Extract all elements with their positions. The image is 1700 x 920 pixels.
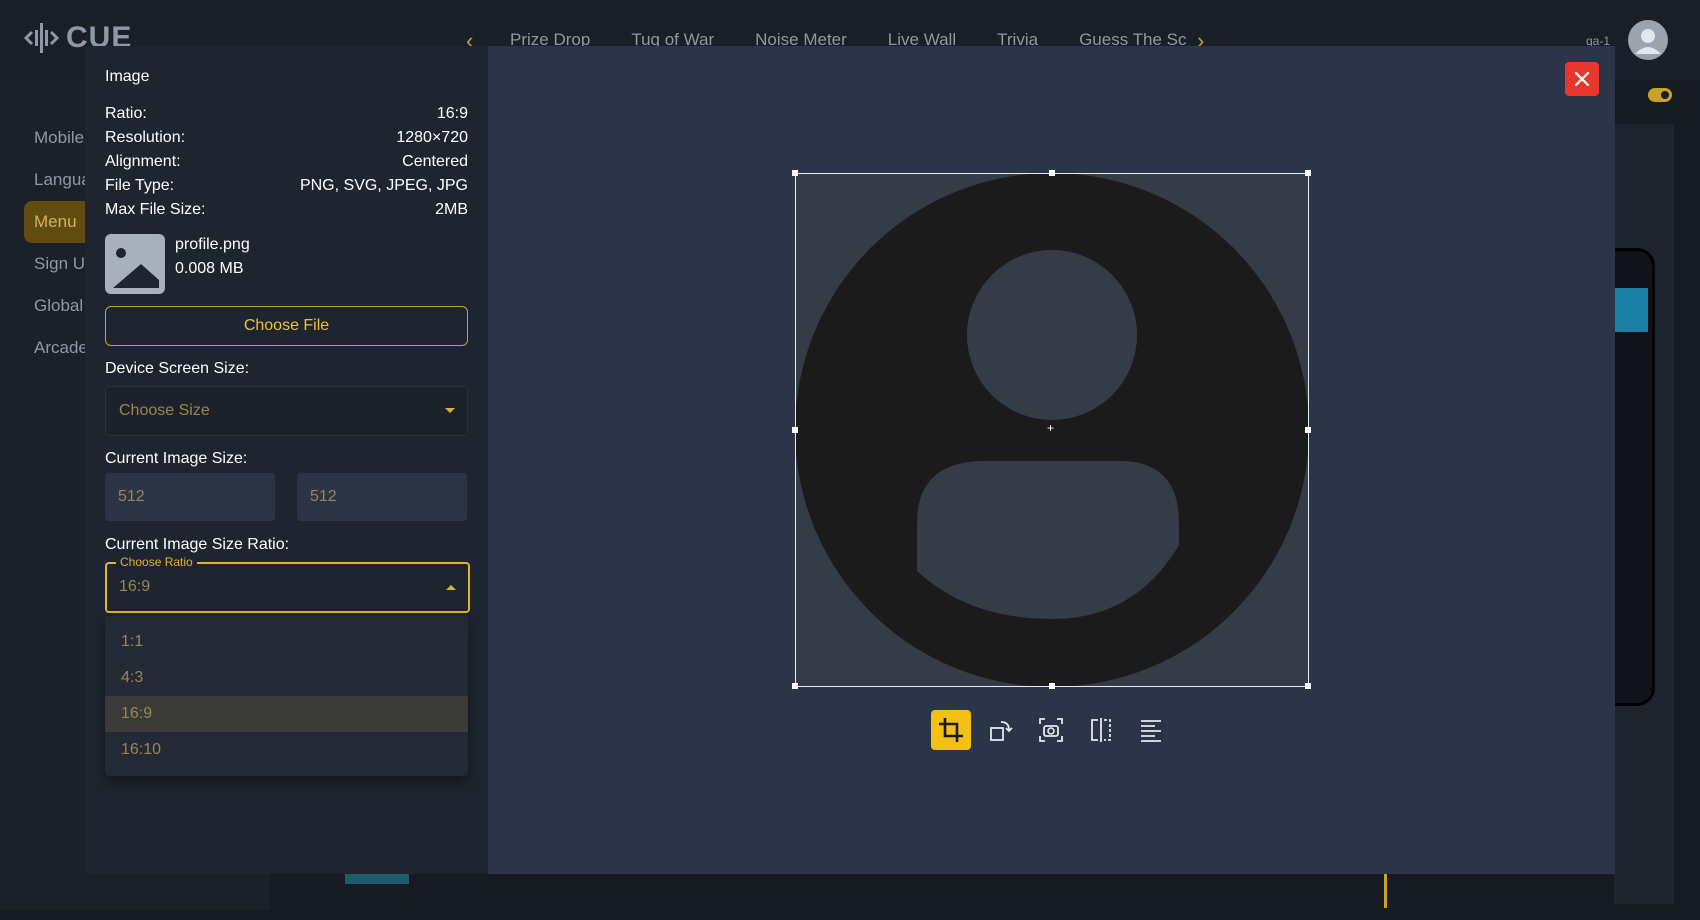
crop-handle-top-right[interactable] <box>1305 170 1311 176</box>
ratio-select-value: 16:9 <box>119 578 151 595</box>
user-icon <box>1635 29 1661 54</box>
screenshot-tool-button[interactable] <box>1031 710 1071 750</box>
sidebar-item-arcade[interactable]: Arcade <box>34 338 88 358</box>
device-screen-size-select[interactable]: Choose Size <box>105 386 468 436</box>
chevron-down-icon <box>445 408 455 413</box>
ratio-option-1-1[interactable]: 1:1 <box>105 624 468 660</box>
close-button[interactable] <box>1565 62 1599 96</box>
image-editor-modal: Image Ratio: 16:9 Resolution: 1280×720 A… <box>85 46 1615 874</box>
flip-tool-button[interactable] <box>1081 710 1121 750</box>
image-settings-pane: Image Ratio: 16:9 Resolution: 1280×720 A… <box>85 46 488 874</box>
align-icon <box>1141 720 1161 742</box>
info-label: File Type: <box>105 177 175 194</box>
crop-handle-bottom[interactable] <box>1049 683 1055 689</box>
device-screen-size-label: Device Screen Size: <box>105 360 250 377</box>
background-divider <box>1384 872 1387 908</box>
crop-handle-top[interactable] <box>1049 170 1055 176</box>
user-avatar[interactable] <box>1628 20 1668 60</box>
crop-handle-left[interactable] <box>792 427 798 433</box>
current-image-size-label: Current Image Size: <box>105 450 248 467</box>
info-row-file-type: File Type: PNG, SVG, JPEG, JPG <box>105 174 468 198</box>
crop-center-crosshair-icon: + <box>1047 421 1055 435</box>
sidebar-item-language[interactable]: Langua <box>34 170 91 190</box>
file-size: 0.008 MB <box>175 260 244 277</box>
info-label: Resolution: <box>105 129 186 146</box>
info-label: Ratio: <box>105 105 147 122</box>
info-value: Centered <box>402 153 468 170</box>
ratio-select[interactable]: Choose Ratio 16:9 <box>105 555 470 613</box>
ratio-option-16-10[interactable]: 16:10 <box>105 732 468 768</box>
flip-horizontal-icon <box>1091 718 1111 742</box>
sound-wave-icon <box>24 23 60 53</box>
current-image-ratio-label: Current Image Size Ratio: <box>105 536 290 553</box>
background-toggle[interactable] <box>1648 88 1672 102</box>
rotate-tool-button[interactable] <box>981 710 1021 750</box>
sidebar-item-mobile[interactable]: Mobile <box>34 128 84 148</box>
crop-handle-bottom-left[interactable] <box>792 683 798 689</box>
crop-tool-button[interactable] <box>931 710 971 750</box>
info-value: 16:9 <box>436 105 468 122</box>
info-value: 2MB <box>435 201 468 218</box>
ratio-option-16-9[interactable]: 16:9 <box>105 696 468 732</box>
select-placeholder: Choose Size <box>119 402 210 419</box>
ratio-select-legend: Choose Ratio <box>116 555 197 569</box>
crop-handle-right[interactable] <box>1305 427 1311 433</box>
crop-handle-bottom-right[interactable] <box>1305 683 1311 689</box>
rotate-icon <box>990 721 1013 741</box>
crop-handle-top-left[interactable] <box>792 170 798 176</box>
align-tool-button[interactable] <box>1131 710 1171 750</box>
sidebar-item-sign-up[interactable]: Sign U <box>34 254 85 274</box>
file-thumbnail <box>105 234 165 294</box>
info-row-max-file-size: Max File Size: 2MB <box>105 198 468 222</box>
file-name: profile.png <box>175 236 250 253</box>
image-placeholder-icon <box>113 248 159 288</box>
image-width-input[interactable]: 512 <box>105 473 275 521</box>
info-label: Max File Size: <box>105 201 206 218</box>
input-value: 512 <box>118 488 145 505</box>
close-icon <box>1574 71 1590 87</box>
choose-file-button[interactable]: Choose File <box>105 306 468 346</box>
image-edit-toolbar <box>931 710 1171 750</box>
ratio-dropdown-menu: 1:1 4:3 16:9 16:10 <box>105 616 468 776</box>
info-value: PNG, SVG, JPEG, JPG <box>299 177 468 194</box>
info-row-alignment: Alignment: Centered <box>105 150 468 174</box>
chevron-up-icon <box>446 585 456 590</box>
info-row-resolution: Resolution: 1280×720 <box>105 126 468 150</box>
info-value: 1280×720 <box>396 129 468 146</box>
info-label: Alignment: <box>105 153 181 170</box>
info-row-ratio: Ratio: 16:9 <box>105 102 468 126</box>
phone-preview-band <box>1614 288 1648 332</box>
image-height-input[interactable]: 512 <box>297 473 467 521</box>
image-info-list: Ratio: 16:9 Resolution: 1280×720 Alignme… <box>105 102 468 222</box>
ratio-option-4-3[interactable]: 4:3 <box>105 660 468 696</box>
screenshot-icon <box>1039 718 1063 742</box>
sidebar-item-global[interactable]: Global <box>34 296 83 316</box>
crop-icon <box>939 718 963 742</box>
modal-title: Image <box>105 68 150 85</box>
input-value: 512 <box>310 488 337 505</box>
